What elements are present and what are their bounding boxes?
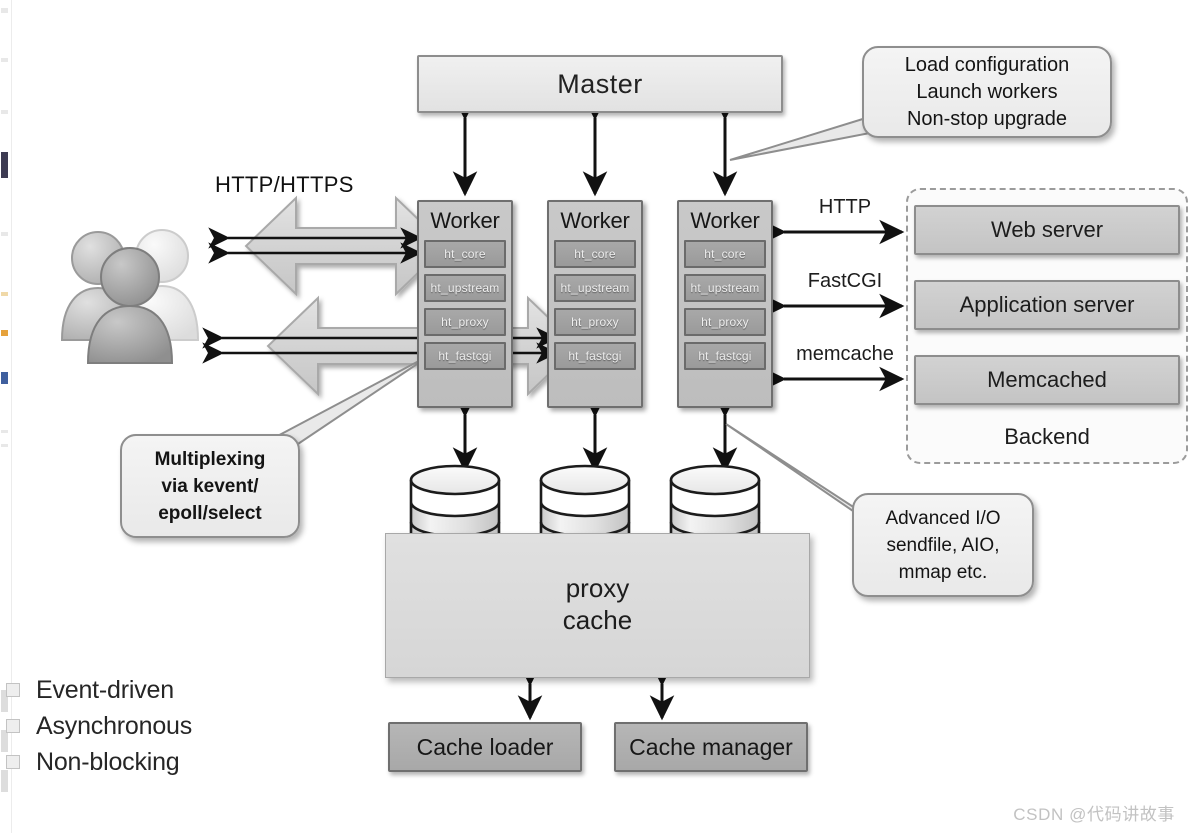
- legend-bullet-icon: [6, 719, 20, 733]
- cache-loader-label: Cache loader: [416, 733, 554, 760]
- worker-1-module-ht-fastcgi[interactable]: ht_fastcgi: [424, 342, 506, 370]
- backend-web-server-label: Web server: [990, 217, 1104, 242]
- protocol-label-http: HTTP: [818, 196, 872, 218]
- protocol-label-fastcgi: FastCGI: [807, 270, 883, 292]
- csdn-watermark: CSDN @代码讲故事: [1013, 805, 1175, 824]
- legend-label-event-driven: Event-driven: [36, 675, 174, 704]
- worker-process-3[interactable]: Worker ht_core ht_upstream ht_proxy ht_f…: [677, 200, 773, 408]
- worker-3-module-ht-upstream[interactable]: ht_upstream: [684, 274, 766, 302]
- cache-manager-box[interactable]: Cache manager: [614, 722, 808, 772]
- legend-bullet-icon: [6, 755, 20, 769]
- legend-item-event-driven: Event-driven: [6, 672, 266, 708]
- worker-2-module-ht-upstream[interactable]: ht_upstream: [554, 274, 636, 302]
- proxy-cache-label: proxy cache: [385, 572, 810, 636]
- master-callout: Load configuration Launch workers Non-st…: [862, 46, 1112, 138]
- worker-1-label: Worker: [430, 208, 500, 233]
- worker-3-label: Worker: [690, 208, 760, 233]
- cache-manager-label: Cache manager: [629, 733, 793, 760]
- master-callout-line-1: Load configuration: [904, 53, 1070, 76]
- backend-web-server[interactable]: Web server: [914, 205, 1180, 255]
- legend-item-asynchronous: Asynchronous: [6, 708, 266, 744]
- diagram-canvas: Master Load configuration Launch workers…: [0, 0, 1191, 833]
- advanced-io-callout-text: Advanced I/O sendfile, AIO, mmap etc.: [877, 505, 1008, 586]
- legend-bullet-icon: [6, 683, 20, 697]
- backend-group-label: Backend: [1004, 424, 1090, 449]
- multiplexing-callout-line-3: epoll/select: [158, 502, 262, 524]
- backend-application-server[interactable]: Application server: [914, 280, 1180, 330]
- advanced-io-callout-line-1: Advanced I/O: [885, 507, 1001, 529]
- worker-2-module-ht-fastcgi[interactable]: ht_fastcgi: [554, 342, 636, 370]
- master-callout-line-3: Non-stop upgrade: [906, 107, 1068, 130]
- worker-process-1[interactable]: Worker ht_core ht_upstream ht_proxy ht_f…: [417, 200, 513, 408]
- multiplexing-callout-text: Multiplexing via kevent/ epoll/select: [147, 446, 274, 527]
- legend-item-non-blocking: Non-blocking: [6, 744, 266, 780]
- cache-loader-box[interactable]: Cache loader: [388, 722, 582, 772]
- master-callout-text: Load configuration Launch workers Non-st…: [897, 52, 1078, 133]
- backend-memcached[interactable]: Memcached: [914, 355, 1180, 405]
- backend-memcached-label: Memcached: [987, 367, 1107, 392]
- worker-2-label: Worker: [560, 208, 630, 233]
- worker-3-module-ht-core[interactable]: ht_core: [684, 240, 766, 268]
- legend-label-asynchronous: Asynchronous: [36, 711, 193, 740]
- worker-process-2[interactable]: Worker ht_core ht_upstream ht_proxy ht_f…: [547, 200, 643, 408]
- multiplexing-callout: Multiplexing via kevent/ epoll/select: [120, 434, 300, 538]
- multiplexing-callout-line-1: Multiplexing: [154, 448, 266, 470]
- worker-1-module-ht-core[interactable]: ht_core: [424, 240, 506, 268]
- backend-application-server-label: Application server: [959, 292, 1135, 317]
- proxy-cache-label-line-2: cache: [562, 605, 633, 635]
- users-group-icon: [60, 229, 200, 364]
- advanced-io-callout-line-2: sendfile, AIO,: [886, 534, 1000, 556]
- worker-2-module-ht-core[interactable]: ht_core: [554, 240, 636, 268]
- worker-1-module-ht-proxy[interactable]: ht_proxy: [424, 308, 506, 336]
- worker-2-module-ht-proxy[interactable]: ht_proxy: [554, 308, 636, 336]
- client-protocol-label: HTTP/HTTPS: [215, 172, 354, 197]
- worker-3-module-ht-fastcgi[interactable]: ht_fastcgi: [684, 342, 766, 370]
- worker-1-module-ht-upstream[interactable]: ht_upstream: [424, 274, 506, 302]
- master-label: Master: [557, 68, 643, 99]
- advanced-io-callout: Advanced I/O sendfile, AIO, mmap etc.: [852, 493, 1034, 597]
- legend: Event-driven Asynchronous Non-blocking: [6, 672, 266, 780]
- legend-label-non-blocking: Non-blocking: [36, 747, 180, 776]
- multiplexing-callout-line-2: via kevent/: [161, 475, 259, 497]
- protocol-label-memcache: memcache: [796, 343, 894, 365]
- worker-3-module-ht-proxy[interactable]: ht_proxy: [684, 308, 766, 336]
- master-callout-line-2: Launch workers: [916, 80, 1058, 103]
- proxy-cache-label-line-1: proxy: [565, 573, 630, 603]
- advanced-io-callout-line-3: mmap etc.: [898, 561, 988, 583]
- master-process-box[interactable]: Master: [417, 55, 783, 113]
